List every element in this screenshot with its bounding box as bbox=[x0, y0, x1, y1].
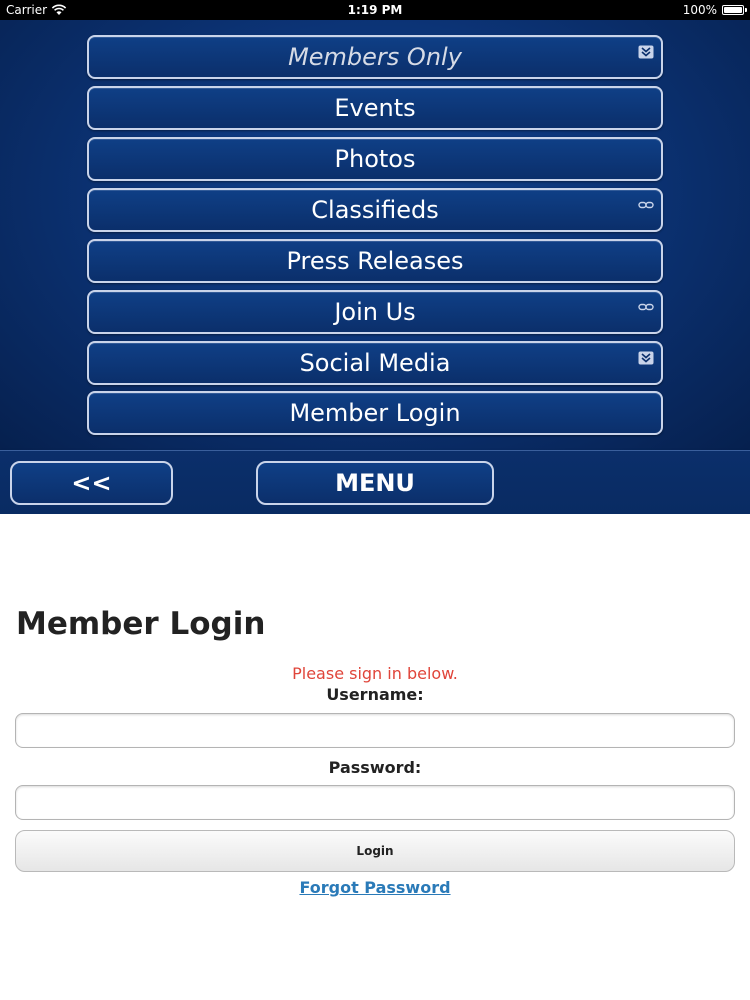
login-button[interactable]: Login bbox=[15, 830, 735, 872]
forgot-password-link[interactable]: Forgot Password bbox=[0, 878, 750, 897]
menu-button[interactable]: MENU bbox=[256, 461, 494, 505]
nav-item-label: Press Releases bbox=[286, 247, 464, 275]
nav-item-photos[interactable]: Photos bbox=[87, 137, 663, 181]
battery-fill bbox=[724, 7, 742, 13]
nav-item-classifieds[interactable]: Classifieds bbox=[87, 188, 663, 232]
back-button[interactable]: << bbox=[10, 461, 173, 505]
nav-item-join-us[interactable]: Join Us bbox=[87, 290, 663, 334]
clock: 1:19 PM bbox=[347, 3, 403, 17]
nav-item-events[interactable]: Events bbox=[87, 86, 663, 130]
nav-item-social-media[interactable]: Social Media bbox=[87, 341, 663, 385]
password-label: Password: bbox=[328, 758, 422, 777]
nav-item-label: Join Us bbox=[334, 298, 416, 326]
nav-menu-panel: Members Only Events Photos Classifieds P… bbox=[0, 20, 750, 450]
signin-message: Please sign in below. bbox=[292, 664, 458, 683]
chevron-double-down-icon bbox=[638, 351, 654, 365]
nav-item-label: Members Only bbox=[288, 43, 462, 71]
link-icon bbox=[638, 303, 654, 311]
battery-icon bbox=[722, 5, 747, 15]
link-icon bbox=[638, 201, 654, 209]
password-field[interactable] bbox=[15, 785, 735, 820]
nav-item-label: Events bbox=[334, 94, 416, 122]
username-label: Username: bbox=[326, 685, 424, 704]
login-content: Member Login Please sign in below. Usern… bbox=[0, 514, 750, 1000]
nav-item-press-releases[interactable]: Press Releases bbox=[87, 239, 663, 283]
battery-indicator: 100% bbox=[682, 3, 747, 17]
page-title: Member Login bbox=[16, 606, 266, 642]
chevron-double-down-icon bbox=[638, 45, 654, 59]
nav-item-label: Social Media bbox=[299, 349, 451, 377]
nav-item-label: Classifieds bbox=[311, 196, 439, 224]
battery-percent: 100% bbox=[682, 3, 717, 17]
toolbar: << MENU bbox=[0, 450, 750, 515]
status-bar: Carrier 1:19 PM 100% bbox=[0, 0, 750, 20]
username-field[interactable] bbox=[15, 713, 735, 748]
nav-item-label: Member Login bbox=[289, 399, 461, 427]
nav-item-members-only[interactable]: Members Only bbox=[87, 35, 663, 79]
nav-item-member-login[interactable]: Member Login bbox=[87, 391, 663, 435]
nav-item-label: Photos bbox=[334, 145, 416, 173]
